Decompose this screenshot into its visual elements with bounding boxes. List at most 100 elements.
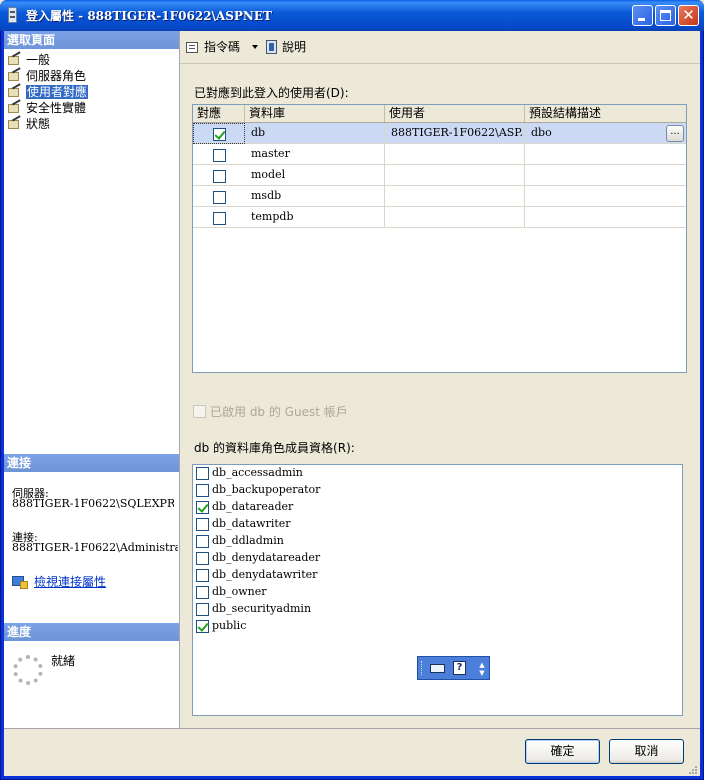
cell-default-schema[interactable] bbox=[525, 207, 686, 228]
title-bar[interactable]: 登入屬性 - 888TIGER-1F0622\ASPNET ✕ bbox=[0, 0, 704, 31]
role-name: db_accessadmin bbox=[212, 466, 303, 479]
script-button[interactable]: 指令碼 bbox=[186, 38, 240, 56]
role-membership-label: db 的資料庫角色成員資格(R): bbox=[194, 441, 355, 455]
link-label: 檢視連接屬性 bbox=[34, 575, 107, 589]
role-checkbox[interactable] bbox=[196, 535, 209, 548]
role-checkbox[interactable] bbox=[196, 552, 209, 565]
sidebar-item-general[interactable]: 一般 bbox=[8, 52, 50, 68]
close-icon: ✕ bbox=[682, 6, 695, 24]
role-checkbox[interactable] bbox=[196, 518, 209, 531]
sidebar-item-label: 伺服器角色 bbox=[26, 69, 87, 83]
role-name: db_datawriter bbox=[212, 517, 291, 530]
role-checkbox[interactable] bbox=[196, 586, 209, 599]
cell-user[interactable] bbox=[385, 165, 525, 186]
map-checkbox[interactable] bbox=[213, 128, 226, 141]
connection-properties-icon bbox=[12, 575, 28, 589]
role-checkbox[interactable] bbox=[196, 484, 209, 497]
page-icon bbox=[8, 69, 23, 82]
help-icon[interactable]: ? bbox=[453, 661, 466, 675]
map-checkbox[interactable] bbox=[213, 212, 226, 225]
cancel-button[interactable]: 取消 bbox=[609, 739, 684, 764]
sidebar-item-label: 狀態 bbox=[26, 117, 51, 131]
connection-header: 連接 bbox=[4, 454, 179, 472]
page-icon bbox=[8, 117, 23, 130]
role-checkbox[interactable] bbox=[196, 467, 209, 480]
sidebar-item-server-roles[interactable]: 伺服器角色 bbox=[8, 68, 86, 84]
cell-user[interactable] bbox=[385, 144, 525, 165]
maximize-button[interactable] bbox=[655, 5, 676, 26]
ime-toolbar[interactable]: ? ▲ ▼ bbox=[417, 656, 490, 680]
keyboard-icon[interactable] bbox=[430, 664, 445, 673]
progress-header: 進度 bbox=[4, 623, 179, 641]
minimize-icon bbox=[638, 18, 645, 21]
cell-database: tempdb bbox=[245, 207, 385, 228]
cell-database: msdb bbox=[245, 186, 385, 207]
view-connection-properties-link[interactable]: 檢視連接屬性 bbox=[12, 573, 106, 590]
script-dropdown[interactable] bbox=[248, 38, 258, 56]
sidebar-item-label: 一般 bbox=[26, 53, 51, 67]
script-label: 指令碼 bbox=[204, 40, 241, 54]
mapped-users-label: 已對應到此登入的使用者(D): bbox=[194, 86, 349, 100]
role-checkbox[interactable] bbox=[196, 501, 209, 514]
sidebar-item-securables[interactable]: 安全性實體 bbox=[8, 100, 86, 116]
ime-options-icon[interactable]: ▲ ▼ bbox=[478, 661, 486, 677]
column-header-database[interactable]: 資料庫 bbox=[245, 105, 385, 122]
resize-grip-icon[interactable] bbox=[688, 764, 698, 774]
ok-button[interactable]: 確定 bbox=[525, 739, 600, 764]
help-icon bbox=[264, 40, 279, 54]
map-checkbox[interactable] bbox=[213, 191, 226, 204]
role-name: db_securityadmin bbox=[212, 602, 312, 615]
progress-status: 就緒 bbox=[51, 654, 76, 668]
select-page-header: 選取頁面 bbox=[4, 31, 179, 49]
page-icon bbox=[8, 101, 23, 114]
script-icon bbox=[186, 40, 201, 54]
role-name: db_denydatawriter bbox=[212, 568, 318, 581]
cell-database: master bbox=[245, 144, 385, 165]
cell-default-schema[interactable] bbox=[525, 144, 686, 165]
guest-account-checkbox[interactable] bbox=[193, 405, 206, 418]
ime-grip-icon bbox=[421, 661, 424, 675]
column-header-user[interactable]: 使用者 bbox=[385, 105, 525, 122]
maximize-icon bbox=[660, 10, 671, 21]
column-header-map[interactable]: 對應 bbox=[193, 105, 245, 122]
page-icon bbox=[8, 53, 23, 66]
toolbar-divider bbox=[180, 63, 700, 64]
vertical-divider bbox=[179, 31, 180, 728]
role-name: db_denydatareader bbox=[212, 551, 321, 564]
cell-user[interactable] bbox=[385, 186, 525, 207]
browse-schema-button[interactable]: ... bbox=[666, 125, 684, 142]
cell-database: model bbox=[245, 165, 385, 186]
page-icon bbox=[8, 85, 23, 98]
server-value: 888TIGER-1F0622\SQLEXPRESS bbox=[12, 497, 174, 510]
help-button[interactable]: 說明 bbox=[264, 38, 306, 56]
sidebar-item-status[interactable]: 狀態 bbox=[8, 116, 50, 132]
guest-account-label: 已啟用 db 的 Guest 帳戶 bbox=[210, 405, 348, 419]
chevron-down-icon bbox=[252, 45, 258, 49]
progress-spinner-icon bbox=[13, 655, 43, 685]
properties-icon bbox=[8, 7, 17, 23]
role-name: db_ddladmin bbox=[212, 534, 284, 547]
map-checkbox[interactable] bbox=[213, 170, 226, 183]
role-checkbox[interactable] bbox=[196, 603, 209, 616]
close-button[interactable]: ✕ bbox=[678, 5, 699, 26]
bottom-divider bbox=[4, 728, 700, 729]
role-checkbox[interactable] bbox=[196, 620, 209, 633]
cell-database: db bbox=[245, 123, 385, 144]
sidebar-item-label: 使用者對應 bbox=[26, 85, 89, 99]
minimize-button[interactable] bbox=[632, 5, 653, 26]
cell-default-schema[interactable] bbox=[525, 165, 686, 186]
sidebar-item-label: 安全性實體 bbox=[26, 101, 87, 115]
role-name: db_backupoperator bbox=[212, 483, 321, 496]
role-name: public bbox=[212, 619, 247, 632]
role-name: db_owner bbox=[212, 585, 267, 598]
cell-user[interactable]: 888TIGER-1F0622\ASP... bbox=[385, 123, 525, 144]
connection-value: 888TIGER-1F0622\Administrator bbox=[12, 541, 178, 554]
column-header-default-schema[interactable]: 預設結構描述 bbox=[525, 105, 686, 122]
sidebar-item-user-mapping[interactable]: 使用者對應 bbox=[8, 84, 89, 100]
role-checkbox[interactable] bbox=[196, 569, 209, 582]
cell-default-schema[interactable] bbox=[525, 186, 686, 207]
map-checkbox[interactable] bbox=[213, 149, 226, 162]
cell-user[interactable] bbox=[385, 207, 525, 228]
role-name: db_datareader bbox=[212, 500, 294, 513]
cell-default-schema[interactable]: dbo bbox=[525, 123, 686, 144]
